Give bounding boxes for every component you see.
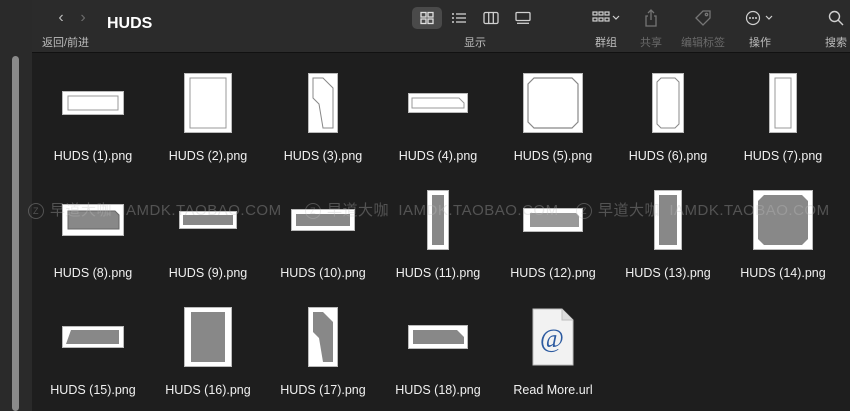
- file-item[interactable]: @ Read More.url: [498, 301, 608, 397]
- hud-thumbnail-icon: [191, 312, 225, 362]
- share-label: 共享: [640, 37, 662, 49]
- column-view-button[interactable]: [476, 7, 506, 29]
- file-grid: HUDS (1).png HUDS (2).png HUDS (3).png H…: [32, 53, 850, 411]
- hud-thumbnail-icon: [527, 77, 579, 129]
- hud-thumbnail-icon: [189, 77, 227, 129]
- file-name: HUDS (1).png: [53, 149, 133, 163]
- icon-view-button[interactable]: [412, 7, 442, 29]
- hud-thumbnail-icon: [774, 77, 792, 129]
- hud-thumbnail-icon: [313, 312, 333, 362]
- file-name: HUDS (17).png: [280, 383, 366, 397]
- search-icon: [828, 10, 844, 26]
- file-name: HUDS (15).png: [50, 383, 136, 397]
- group-label: 群组: [595, 37, 617, 49]
- window-title: HUDS: [107, 15, 153, 32]
- hud-thumbnail-icon: [656, 77, 680, 129]
- file-name: HUDS (7).png: [743, 149, 823, 163]
- file-item[interactable]: HUDS (16).png: [153, 301, 263, 397]
- file-name: HUDS (3).png: [283, 149, 363, 163]
- columns-icon: [483, 11, 499, 25]
- file-item[interactable]: HUDS (1).png: [38, 67, 148, 163]
- file-name: HUDS (10).png: [280, 266, 366, 280]
- file-item[interactable]: HUDS (15).png: [38, 301, 148, 397]
- file-item[interactable]: HUDS (7).png: [728, 67, 838, 163]
- edit-tags-label: 编辑标签: [681, 37, 725, 49]
- sidebar-scrollbar[interactable]: [12, 56, 19, 411]
- watermark-site: IAMDK.TAOBAO.COM: [669, 202, 830, 219]
- file-name: HUDS (8).png: [53, 266, 133, 280]
- nav-buttons: ‹ ›: [50, 9, 94, 27]
- watermark: Z 早道大咖 IAMDK.TAOBAO.COM: [28, 199, 282, 220]
- action-button[interactable]: 操作: [742, 7, 778, 50]
- edit-tags-button[interactable]: 编辑标签: [678, 7, 728, 50]
- hud-thumbnail-icon: [67, 95, 119, 111]
- file-name: HUDS (13).png: [625, 266, 711, 280]
- view-switcher: [412, 7, 540, 29]
- file-name: HUDS (6).png: [628, 149, 708, 163]
- view-label: 显示: [464, 37, 486, 49]
- file-name: HUDS (18).png: [395, 383, 481, 397]
- file-name: HUDS (16).png: [165, 383, 251, 397]
- back-forward-label: 返回/前进: [42, 37, 90, 49]
- svg-text:@: @: [540, 324, 564, 353]
- file-name: HUDS (11).png: [395, 266, 481, 280]
- share-button[interactable]: 共享: [637, 7, 665, 50]
- file-item[interactable]: HUDS (6).png: [613, 67, 723, 163]
- file-name: HUDS (12).png: [510, 266, 596, 280]
- hud-thumbnail-icon: [413, 330, 464, 344]
- watermark: Z 早道大咖 IAMDK.TAOBAO.COM: [576, 199, 830, 220]
- watermark-site: IAMDK.TAOBAO.COM: [121, 202, 282, 219]
- back-chevron-icon[interactable]: ‹: [50, 9, 72, 27]
- finder-toolbar: ‹ › 返回/前进 HUDS 显示 群组 共享 编辑标签 操作 搜索: [32, 0, 850, 53]
- group-icon: [592, 11, 620, 22]
- gallery-view-button[interactable]: [508, 7, 538, 29]
- grid-icon: [420, 11, 434, 25]
- file-name: HUDS (14).png: [740, 266, 826, 280]
- watermark-brand: 早道大咖: [327, 202, 390, 219]
- group-button[interactable]: 群组: [588, 7, 624, 50]
- list-view-button[interactable]: [444, 7, 474, 29]
- search-label: 搜索: [825, 37, 847, 49]
- gallery-icon: [515, 11, 531, 24]
- hud-thumbnail-icon: [411, 97, 465, 109]
- file-name: HUDS (4).png: [398, 149, 478, 163]
- file-name: HUDS (2).png: [168, 149, 248, 163]
- search-button[interactable]: 搜索: [822, 7, 850, 50]
- tag-icon: [695, 10, 711, 26]
- action-label: 操作: [749, 37, 771, 49]
- watermark-brand: 早道大咖: [50, 202, 113, 219]
- file-name: Read More.url: [513, 383, 593, 397]
- watermark: Z 早道大咖 IAMDK.TAOBAO.COM: [305, 199, 559, 220]
- file-item[interactable]: HUDS (4).png: [383, 67, 493, 163]
- share-icon: [645, 9, 657, 27]
- forward-chevron-icon[interactable]: ›: [72, 9, 94, 27]
- file-name: HUDS (9).png: [168, 266, 248, 280]
- file-item[interactable]: HUDS (3).png: [268, 67, 378, 163]
- hud-thumbnail-icon: [66, 330, 119, 344]
- file-name: HUDS (5).png: [513, 149, 593, 163]
- watermark-site: IAMDK.TAOBAO.COM: [398, 202, 559, 219]
- hud-thumbnail-icon: [312, 77, 334, 129]
- url-file-icon: @: [532, 308, 574, 366]
- file-item[interactable]: HUDS (2).png: [153, 67, 263, 163]
- ellipsis-circle-icon: [745, 10, 773, 26]
- watermark-brand: 早道大咖: [598, 202, 661, 219]
- list-icon: [452, 13, 466, 23]
- file-item[interactable]: HUDS (5).png: [498, 67, 608, 163]
- file-item[interactable]: HUDS (17).png: [268, 301, 378, 397]
- file-item[interactable]: HUDS (18).png: [383, 301, 493, 397]
